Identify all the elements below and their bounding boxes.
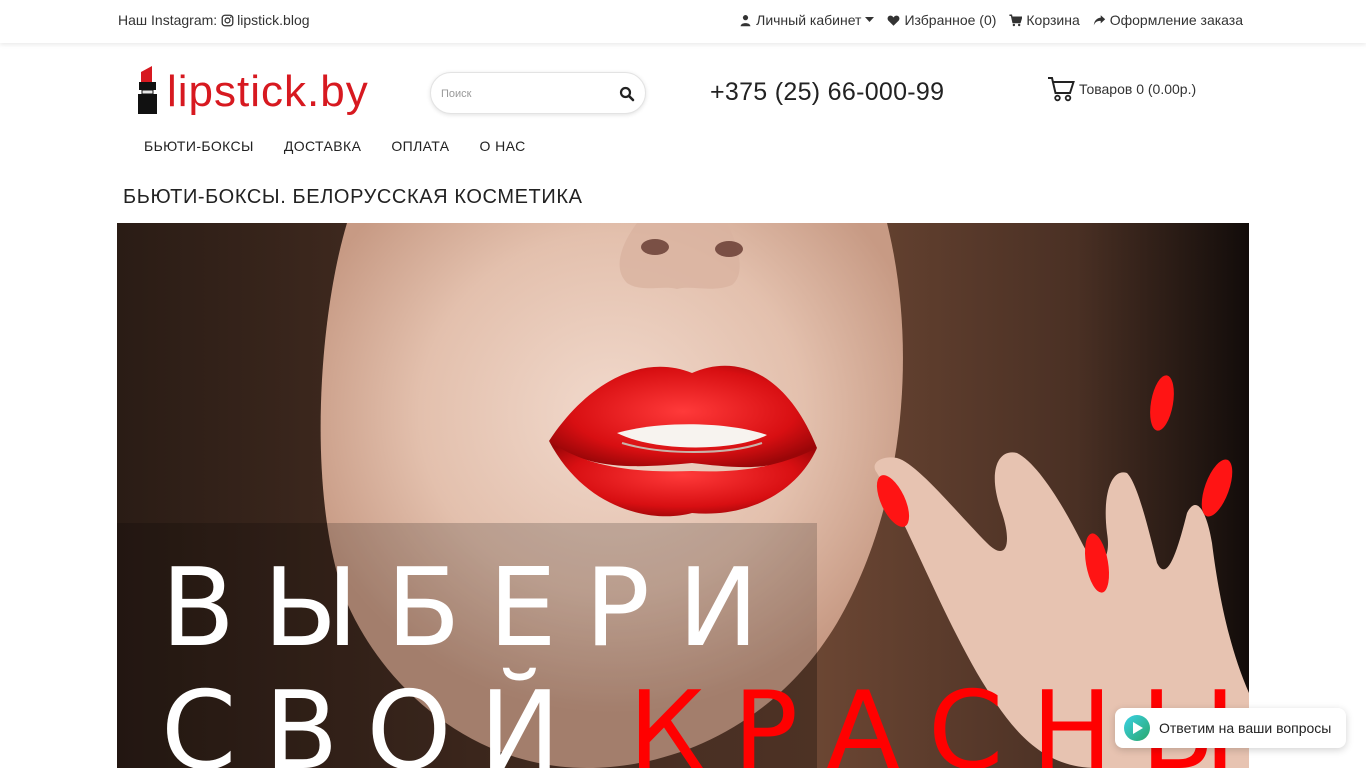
nav-about[interactable]: О НАС <box>480 138 526 154</box>
top-nav: Личный кабинет Избранное (0) Корзина Офо… <box>739 12 1243 28</box>
instagram-link[interactable]: lipstick.blog <box>221 12 310 28</box>
chat-widget[interactable]: Ответим на ваши вопросы <box>1115 708 1346 748</box>
nav-beauty-boxes[interactable]: БЬЮТИ-БОКСЫ <box>144 138 254 154</box>
banner-headline-line2: СВОЙКРАСНЫЙ <box>161 678 1249 768</box>
cart-summary-text: Товаров 0 (0.00р.) <box>1079 81 1197 97</box>
cart-summary[interactable]: Товаров 0 (0.00р.) <box>1047 76 1196 102</box>
instagram-handle: lipstick.blog <box>237 12 310 28</box>
instagram-block: Наш Instagram: lipstick.blog <box>118 12 310 28</box>
search-icon[interactable] <box>619 86 635 102</box>
favorites-label: Избранное (0) <box>904 12 997 28</box>
banner-headline-line1: ВЫБЕРИ <box>161 546 787 671</box>
cart-link[interactable]: Корзина <box>1009 12 1080 28</box>
hero-banner[interactable]: ВЫБЕРИ СВОЙКРАСНЫЙ <box>117 223 1249 768</box>
shopping-cart-icon <box>1009 13 1023 26</box>
chat-widget-label: Ответим на ваши вопросы <box>1159 720 1332 736</box>
site-logo[interactable]: lipstick.by <box>137 66 369 118</box>
banner-headline-white: СВОЙ <box>161 669 589 768</box>
user-icon <box>740 14 751 26</box>
heart-icon <box>888 15 900 26</box>
lipstick-icon <box>138 66 157 114</box>
checkout-label: Оформление заказа <box>1109 12 1243 28</box>
checkout-link[interactable]: Оформление заказа <box>1093 12 1243 28</box>
search-box <box>430 72 646 114</box>
chat-bubble-icon <box>1124 715 1150 741</box>
share-icon <box>1093 14 1105 25</box>
caret-down-icon <box>865 17 875 22</box>
favorites-link[interactable]: Избранное (0) <box>887 12 996 28</box>
logo-text: lipstick.by <box>167 67 369 116</box>
nav-payment[interactable]: ОПЛАТА <box>391 138 449 154</box>
cart-label: Корзина <box>1026 12 1080 28</box>
instagram-icon <box>221 14 234 26</box>
page-title: БЬЮТИ-БОКСЫ. БЕЛОРУССКАЯ КОСМЕТИКА <box>123 186 583 208</box>
phone-number[interactable]: +375 (25) 66-000-99 <box>710 78 944 107</box>
main-nav: БЬЮТИ-БОКСЫ ДОСТАВКА ОПЛАТА О НАС <box>144 138 526 154</box>
nav-delivery[interactable]: ДОСТАВКА <box>284 138 361 154</box>
cart-outline-icon <box>1048 77 1075 102</box>
account-link[interactable]: Личный кабинет <box>739 12 875 28</box>
search-input[interactable] <box>441 83 611 105</box>
instagram-label: Наш Instagram: <box>118 12 218 28</box>
account-label: Личный кабинет <box>756 12 862 28</box>
top-bar: Наш Instagram: lipstick.blog Личный каби… <box>0 0 1366 43</box>
